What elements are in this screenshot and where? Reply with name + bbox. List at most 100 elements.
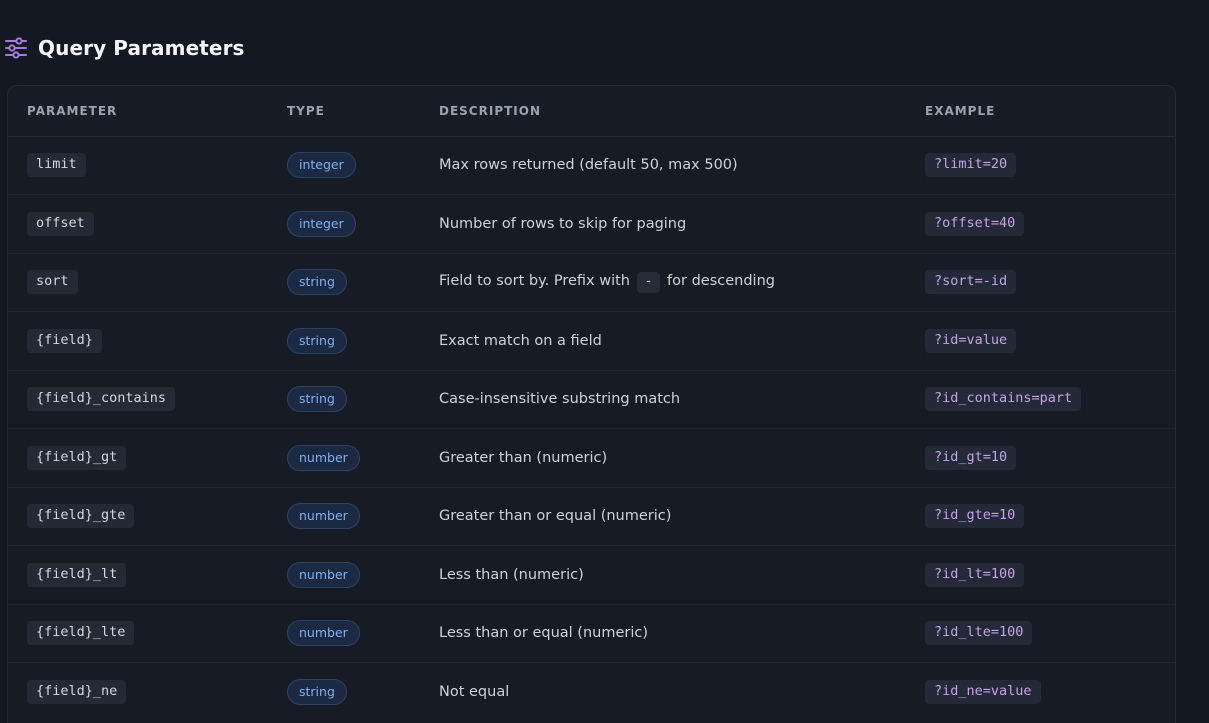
cell-parameter: {field}_gt [8, 428, 268, 488]
description-text: Case-insensitive substring match [439, 391, 681, 408]
type-badge: string [287, 386, 347, 413]
cell-parameter: {field}_lt [8, 545, 268, 605]
description-text: Field to sort by. Prefix with [439, 272, 630, 289]
parameter-name: offset [27, 211, 94, 236]
table-row: limit integer Max rows returned (default 5… [8, 136, 1175, 195]
parameter-name: {field} [27, 328, 102, 353]
cell-example: ?id_contains=part [906, 370, 1175, 429]
table-row: {field}_lte number Less than or equal (num… [8, 604, 1175, 663]
cell-parameter: {field}_gte [8, 487, 268, 546]
example-value: ?id_ne=value [925, 680, 1041, 704]
table-row: offset integer Number of rows to skip for … [8, 194, 1175, 254]
cell-description: Max rows returned (default 50, max 500) [420, 136, 906, 195]
description-text: Max rows returned (default 50, max 500) [439, 157, 738, 174]
table-header-row: PARAMETER TYPE DESCRIPTION EXAMPLE [8, 86, 1175, 137]
parameter-name: limit [27, 153, 86, 178]
header-example: EXAMPLE [906, 86, 1175, 137]
cell-parameter: {field}_contains [8, 370, 268, 429]
table-row: {field}_gte number Greater than or equal (… [8, 487, 1175, 546]
type-badge: number [287, 561, 360, 588]
example-value: ?id=value [925, 328, 1017, 353]
description-text: Less than or equal (numeric) [439, 625, 649, 642]
type-badge: number [287, 503, 360, 530]
cell-example: ?id_ne=value [906, 663, 1175, 722]
table-row: {field}_gt number Greater than (numeric) ?i… [8, 428, 1175, 488]
cell-type: number [268, 604, 420, 663]
table-row: {field}_ne string Not equal ?id_ne=value [8, 663, 1175, 722]
parameter-name: {field}_lt [27, 562, 127, 587]
cell-example: ?sort=-id [906, 253, 1175, 312]
cell-parameter: limit [8, 136, 268, 195]
cell-description: Not equal [420, 663, 906, 722]
description-text: Less than (numeric) [439, 566, 584, 583]
cell-example: ?limit=20 [906, 136, 1175, 195]
cell-description: Less than (numeric) [420, 545, 906, 605]
parameter-name: {field}_contains [27, 387, 176, 412]
table-row: {field} string Exact match on a field ?id=v… [8, 311, 1175, 371]
cell-example: ?id_gte=10 [906, 487, 1175, 546]
type-badge: number [287, 444, 360, 471]
header-parameter: PARAMETER [8, 86, 268, 137]
type-badge: string [287, 679, 347, 705]
header-description: DESCRIPTION [420, 86, 906, 137]
cell-parameter: offset [8, 194, 268, 254]
cell-type: string [268, 663, 420, 722]
cell-example: ?id_lte=100 [906, 604, 1175, 663]
type-badge: integer [287, 210, 356, 237]
table-row: {field}_contains string Case-insensitive s… [8, 370, 1175, 429]
cell-type: integer [268, 136, 420, 195]
type-badge: number [287, 620, 360, 647]
type-badge: integer [287, 152, 356, 179]
example-value: ?id_gt=10 [925, 445, 1017, 470]
parameter-name: {field}_lte [27, 621, 135, 646]
cell-type: string [268, 253, 420, 312]
type-badge: string [287, 327, 347, 354]
cell-example: ?offset=40 [906, 194, 1175, 254]
example-value: ?offset=40 [925, 211, 1025, 236]
parameter-name: sort [27, 270, 78, 295]
cell-type: number [268, 545, 420, 605]
cell-example: ?id=value [906, 311, 1175, 371]
cell-parameter: {field}_lte [8, 604, 268, 663]
section-title: Query Parameters [38, 36, 245, 60]
cell-description: Field to sort by. Prefix with - for desc… [420, 253, 906, 312]
parameter-name: {field}_gt [27, 445, 127, 470]
cell-type: string [268, 370, 420, 429]
example-value: ?id_contains=part [925, 387, 1082, 412]
description-text: Greater than or equal (numeric) [439, 508, 672, 525]
example-value: ?sort=-id [925, 270, 1017, 295]
cell-type: number [268, 428, 420, 488]
description-text: Exact match on a field [439, 332, 602, 349]
cell-parameter: {field} [8, 311, 268, 371]
cell-type: string [268, 311, 420, 371]
cell-description: Greater than (numeric) [420, 428, 906, 488]
parameter-name: {field}_ne [27, 680, 127, 704]
cell-description: Less than or equal (numeric) [420, 604, 906, 663]
cell-type: number [268, 487, 420, 546]
parameter-name: {field}_gte [27, 504, 135, 529]
cell-example: ?id_gt=10 [906, 428, 1175, 488]
cell-description: Case-insensitive substring match [420, 370, 906, 429]
table-row: {field}_lt number Less than (numeric) ?id_l… [8, 545, 1175, 605]
example-value: ?id_lt=100 [925, 562, 1025, 587]
example-value: ?limit=20 [925, 153, 1017, 178]
cell-parameter: {field}_ne [8, 663, 268, 722]
description-text-suffix: for descending [667, 272, 775, 289]
description-text: Greater than (numeric) [439, 449, 608, 466]
section-header: Query Parameters [4, 34, 245, 62]
type-badge: string [287, 269, 347, 296]
header-type: TYPE [268, 86, 420, 137]
description-text: Not equal [439, 684, 510, 700]
cell-parameter: sort [8, 253, 268, 312]
sliders-icon [4, 36, 28, 60]
example-value: ?id_gte=10 [925, 504, 1025, 529]
page: Query Parameters PARAMETER TYPE DESCRIPT… [0, 0, 1209, 723]
cell-description: Number of rows to skip for paging [420, 194, 906, 254]
description-text: Number of rows to skip for paging [439, 215, 687, 232]
cell-description: Exact match on a field [420, 311, 906, 371]
cell-type: integer [268, 194, 420, 254]
example-value: ?id_lte=100 [925, 621, 1033, 646]
cell-description: Greater than or equal (numeric) [420, 487, 906, 546]
cell-example: ?id_lt=100 [906, 545, 1175, 605]
query-parameters-table: PARAMETER TYPE DESCRIPTION EXAMPLE limit… [7, 85, 1176, 723]
